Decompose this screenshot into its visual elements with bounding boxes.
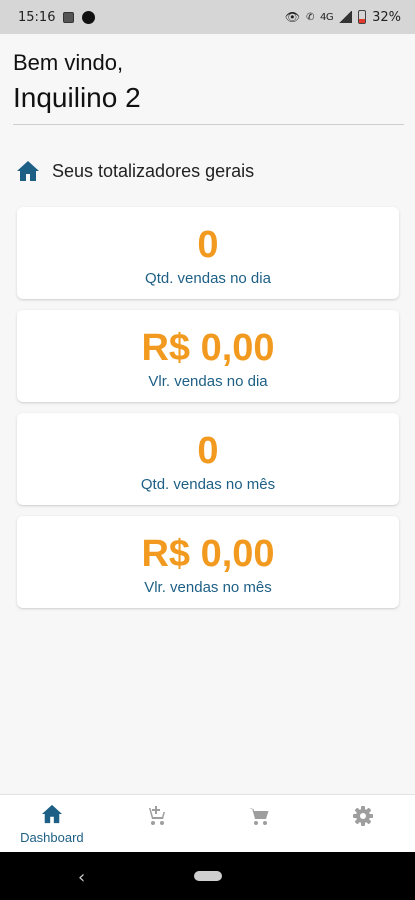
battery-level: 32%: [372, 9, 401, 25]
system-nav-bar: ‹: [0, 852, 415, 900]
cart-icon: [249, 808, 269, 825]
card-value: 0: [197, 430, 219, 472]
card-value: R$ 0,00: [141, 533, 275, 575]
nav-dashboard-label: Dashboard: [20, 830, 84, 845]
section-title: Seus totalizadores gerais: [52, 160, 255, 181]
status-time: 15:16: [18, 9, 56, 25]
bottom-nav: Dashboard: [0, 794, 415, 852]
add-cart-icon: [145, 806, 165, 825]
signal-icon: [339, 11, 353, 23]
image-icon: [63, 11, 75, 23]
settings-icon: [353, 806, 374, 826]
home-icon: [17, 161, 39, 181]
call-icon: ✆: [306, 11, 314, 23]
signal-label: 4G: [319, 11, 334, 23]
card-qtd-dia: 0 Qtd. vendas no dia: [17, 207, 399, 299]
card-qtd-mes: 0 Qtd. vendas no mês: [17, 413, 399, 505]
user-name: Inquilino 2: [13, 82, 141, 113]
nav-settings[interactable]: [311, 795, 415, 852]
header-divider: [13, 124, 404, 125]
status-bar-right: 👁 ✆ 4G 32%: [285, 10, 401, 25]
welcome-text: Bem vindo,: [13, 50, 124, 75]
card-value: R$ 0,00: [141, 327, 275, 369]
card-label: Qtd. vendas no dia: [145, 270, 271, 287]
nav-dashboard[interactable]: Dashboard: [0, 795, 104, 852]
nav-cart[interactable]: [208, 795, 312, 852]
battery-icon: [358, 10, 367, 24]
section-header: Seus totalizadores gerais: [16, 160, 254, 182]
card-label: Qtd. vendas no mês: [140, 476, 276, 493]
card-value: 0: [197, 224, 219, 266]
card-vlr-dia: R$ 0,00 Vlr. vendas no dia: [17, 310, 399, 402]
status-bar-left: 15:16: [18, 9, 96, 25]
card-label: Vlr. vendas no mês: [144, 579, 272, 596]
home-pill-icon[interactable]: [194, 871, 222, 881]
back-icon[interactable]: ‹: [78, 867, 85, 888]
status-bar: 15:16 👁 ✆ 4G 32%: [0, 0, 415, 34]
card-vlr-mes: R$ 0,00 Vlr. vendas no mês: [17, 516, 399, 608]
nav-add-sale[interactable]: [104, 795, 208, 852]
notification-dot-icon: [82, 10, 96, 24]
card-label: Vlr. vendas no dia: [148, 373, 268, 390]
home-icon: [41, 804, 62, 824]
eye-icon: 👁: [284, 10, 301, 24]
